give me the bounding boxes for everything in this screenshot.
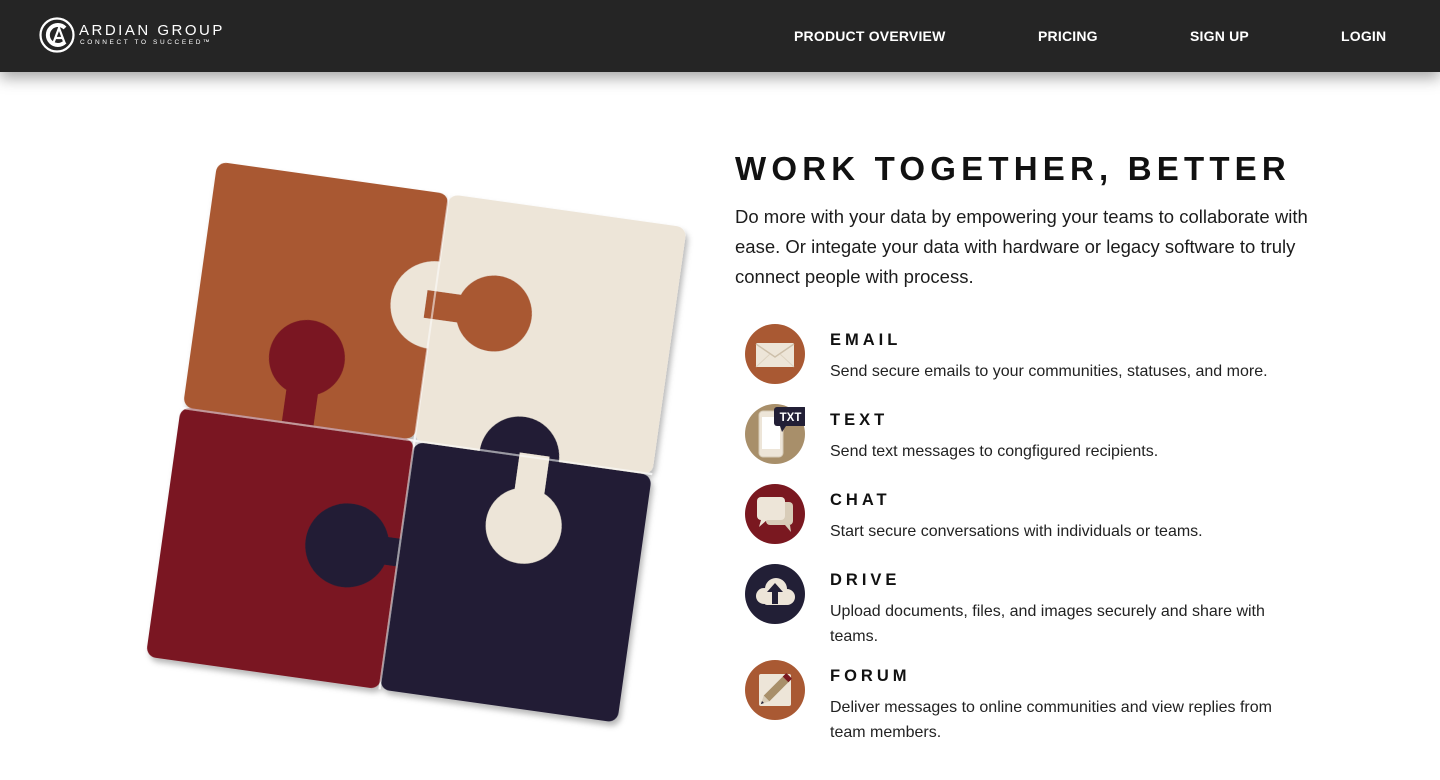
hero-intro: Do more with your data by empowering you…	[735, 206, 1308, 287]
brand-logo[interactable]: ARDIAN GROUP CONNECT TO SUCCEED™	[39, 17, 225, 53]
puzzle-pieces-icon	[147, 162, 686, 722]
cloud-upload-icon	[745, 564, 805, 624]
txt-badge: TXT	[780, 412, 802, 424]
feature-desc-email: Send secure emails to your communities, …	[830, 363, 1268, 380]
nav-product-overview[interactable]: PRODUCT OVERVIEW	[794, 28, 946, 46]
phone-txt-icon: TXT	[745, 404, 805, 464]
brand-name: ARDIAN GROUP	[79, 22, 225, 39]
feature-desc-text: Send text messages to congfigured recipi…	[830, 443, 1159, 460]
feature-title-forum: FORUM	[830, 667, 911, 685]
top-navigation-bar: ARDIAN GROUP CONNECT TO SUCCEED™ PRODUCT…	[0, 0, 1440, 72]
feature-title-email: EMAIL	[830, 331, 902, 349]
nav-sign-up[interactable]: SIGN UP	[1190, 28, 1249, 46]
feature-title-drive: DRIVE	[830, 571, 901, 589]
nav-pricing[interactable]: PRICING	[1038, 28, 1098, 46]
pencil-note-icon	[745, 660, 805, 720]
chat-bubbles-icon	[745, 484, 805, 544]
feature-title-chat: CHAT	[830, 491, 891, 509]
feature-title-text: TEXT	[830, 411, 889, 429]
feature-desc-forum: Deliver messages to online communities a…	[830, 699, 1272, 741]
ag-monogram-icon	[39, 17, 75, 53]
hero-headline: WORK TOGETHER, BETTER	[735, 150, 1291, 187]
envelope-icon	[745, 324, 805, 384]
nav-login[interactable]: LOGIN	[1341, 28, 1386, 46]
brand-tagline: CONNECT TO SUCCEED™	[80, 39, 213, 46]
feature-desc-chat: Start secure conversations with individu…	[830, 523, 1203, 540]
feature-desc-drive: Upload documents, files, and images secu…	[830, 603, 1265, 645]
